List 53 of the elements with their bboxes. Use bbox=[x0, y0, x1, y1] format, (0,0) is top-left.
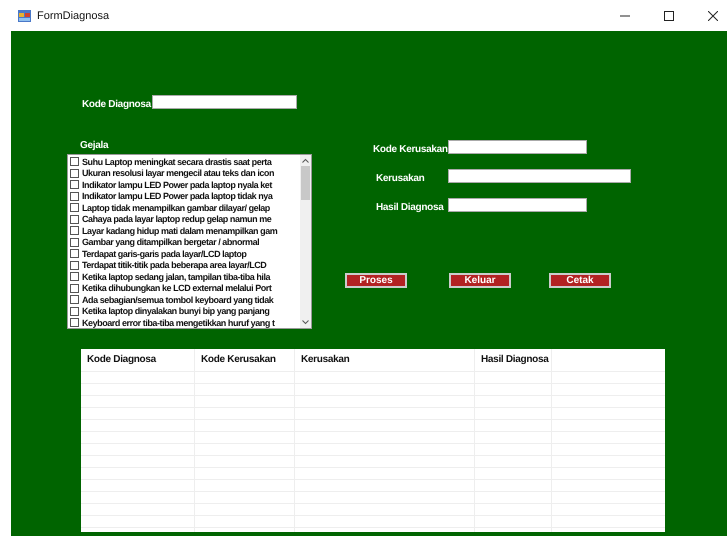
field-label: Kode Kerusakan bbox=[373, 144, 448, 155]
checkbox[interactable] bbox=[70, 318, 79, 328]
symptom-label[interactable]: Terdapat garis-garis pada layar/LCD laptop bbox=[82, 248, 246, 259]
column-header[interactable]: Hasil Diagnosa bbox=[475, 349, 552, 371]
symptom-label[interactable]: Ukuran resolusi layar mengecil atau teks dan icon bbox=[82, 168, 274, 178]
symptom-label[interactable]: Ketika laptop sedang jalan, tampilan tiba-tiba hila bbox=[82, 272, 270, 282]
checkbox[interactable] bbox=[70, 157, 79, 166]
checkbox[interactable] bbox=[70, 180, 79, 190]
field-label: Hasil Diagnosa bbox=[376, 202, 444, 213]
action-button[interactable]: Keluar bbox=[449, 273, 511, 288]
checkbox[interactable] bbox=[70, 226, 79, 236]
symptom-label[interactable]: Ada sebagian/semua tombol keyboard yang tidak bbox=[82, 294, 274, 305]
maximize-icon[interactable] bbox=[664, 10, 674, 20]
checkbox[interactable] bbox=[70, 284, 79, 293]
symptom-label[interactable]: Laptop tidak menampilkan gambar dilayar/ gelap bbox=[82, 202, 270, 213]
column-header[interactable]: Kode Diagnosa bbox=[81, 349, 195, 371]
symptom-label[interactable]: Ketika dihubungkan ke LCD external melalui Port bbox=[82, 283, 272, 294]
checkbox[interactable] bbox=[70, 260, 79, 270]
symptom-label[interactable]: Indikator lampu LED Power pada laptop tidak nya bbox=[82, 191, 272, 202]
checkbox[interactable] bbox=[70, 214, 79, 224]
checkbox[interactable] bbox=[70, 249, 79, 258]
input-field[interactable] bbox=[448, 169, 631, 183]
checkbox[interactable] bbox=[70, 295, 79, 304]
field-label: Kerusakan bbox=[376, 173, 424, 184]
column-header[interactable]: Kerusakan bbox=[295, 349, 475, 371]
symptom-label[interactable]: Ketika laptop dinyalakan bunyi bip yang panjang bbox=[82, 306, 270, 316]
symptom-label[interactable]: Cahaya pada layar laptop redup gelap namun me bbox=[82, 214, 272, 224]
checkbox[interactable] bbox=[70, 272, 79, 282]
symptom-label[interactable]: Suhu Laptop meningkat secara drastis saat perta bbox=[82, 156, 272, 167]
field-label: Kode Diagnosa bbox=[82, 99, 151, 110]
column-header[interactable]: Kode Kerusakan bbox=[195, 349, 295, 371]
checkbox[interactable] bbox=[70, 192, 79, 201]
checkbox[interactable] bbox=[70, 203, 79, 212]
checkbox[interactable] bbox=[70, 306, 79, 316]
scrollbar-thumb[interactable] bbox=[301, 166, 310, 200]
close-icon[interactable] bbox=[708, 10, 718, 20]
input-field[interactable] bbox=[152, 95, 297, 109]
symptom-label[interactable]: Layar kadang hidup mati dalam menampilkan gam bbox=[82, 226, 278, 236]
scroll-down-icon[interactable] bbox=[302, 320, 309, 325]
symptom-label[interactable]: Terdapat titik-titik pada beberapa area layar/LCD bbox=[82, 260, 266, 270]
window-title: FormDiagnosa bbox=[37, 10, 110, 22]
symptom-label[interactable]: Indikator lampu LED Power pada laptop nyala ket bbox=[82, 180, 272, 190]
section-label: Gejala bbox=[80, 140, 108, 151]
scroll-up-icon[interactable] bbox=[302, 158, 309, 163]
action-button[interactable]: Proses bbox=[345, 273, 407, 288]
action-button[interactable]: Cetak bbox=[549, 273, 611, 288]
symptom-label[interactable]: Gambar yang ditampilkan bergetar / abnormal bbox=[82, 237, 260, 248]
input-field[interactable] bbox=[448, 198, 587, 212]
app-icon bbox=[18, 10, 31, 22]
checkbox[interactable] bbox=[70, 168, 79, 178]
symptom-label[interactable]: Keyboard error tiba-tiba mengetikkan huruf yang t bbox=[82, 318, 274, 328]
input-field[interactable] bbox=[448, 140, 587, 154]
checkbox[interactable] bbox=[70, 238, 79, 247]
